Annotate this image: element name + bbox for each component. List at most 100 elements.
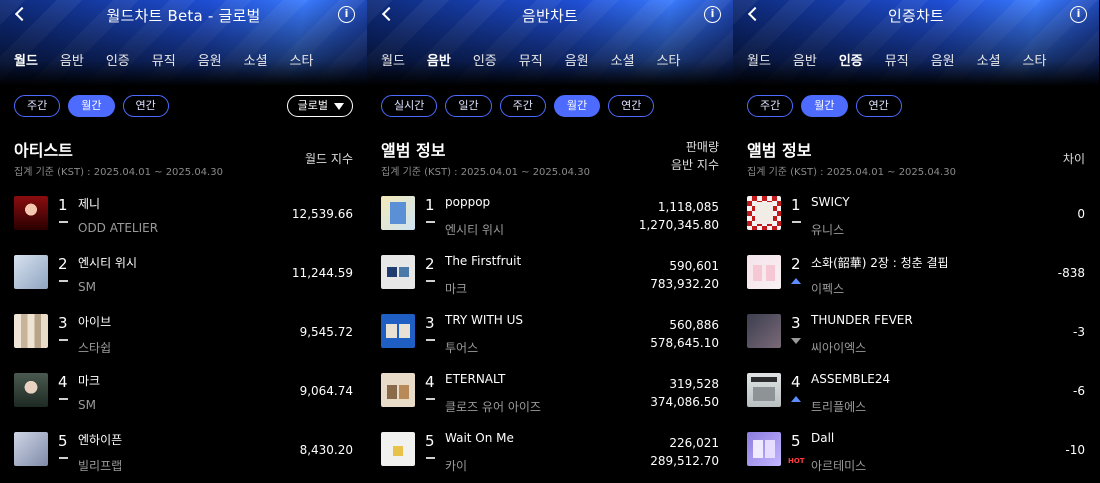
- album-name: THUNDER FEVER: [811, 313, 913, 327]
- no-change-icon: [59, 221, 68, 223]
- artist-name: 클로즈 유어 아이즈: [445, 400, 541, 414]
- chart-row[interactable]: 4 ETERNALT 클로즈 유어 아이즈 319,528 374,086.50: [367, 361, 733, 420]
- period-chips: 주간 월간 연간: [747, 95, 902, 117]
- chart-row[interactable]: 2 엔시티 위시 SM 11,244.59: [0, 243, 367, 302]
- chip-monthly[interactable]: 월간: [801, 95, 848, 117]
- tab-social[interactable]: 소셜: [244, 50, 268, 69]
- chart-row[interactable]: 3 THUNDER FEVER 씨아이엑스 -3: [733, 302, 1099, 361]
- album-name: ETERNALT: [445, 372, 506, 386]
- rank: 3: [791, 314, 801, 332]
- tab-certification[interactable]: 인증: [473, 50, 497, 69]
- chip-weekly[interactable]: 주간: [499, 95, 546, 117]
- firstfruit-thumb: [381, 255, 415, 289]
- tab-world[interactable]: 월드: [14, 50, 38, 69]
- chart-row[interactable]: 1 SWICY 유니스 0: [733, 184, 1099, 243]
- rank: 1: [791, 196, 801, 214]
- wait-on-me-thumb: [381, 432, 415, 466]
- info-icon[interactable]: i: [1070, 6, 1087, 23]
- back-arrow-icon[interactable]: [379, 4, 399, 24]
- chip-realtime[interactable]: 실시간: [381, 95, 438, 117]
- no-change-icon: [59, 457, 68, 459]
- rank: 5: [58, 432, 68, 450]
- tab-social[interactable]: 소셜: [611, 50, 635, 69]
- chart-row[interactable]: 3 TRY WITH US 투어스 560,886 578,645.10: [367, 302, 733, 361]
- tab-audio[interactable]: 음원: [931, 50, 955, 69]
- chart-row[interactable]: 4 ASSEMBLE24 트리플에스 -6: [733, 361, 1099, 420]
- tab-audio[interactable]: 음원: [198, 50, 222, 69]
- album-values: 590,601 783,932.20: [650, 257, 719, 293]
- rank: 3: [425, 314, 435, 332]
- tab-audio[interactable]: 음원: [565, 50, 589, 69]
- chart-row[interactable]: 2 소화(韶華) 2장 : 청춘 결핍 이펙스 -838: [733, 243, 1099, 302]
- chip-yearly[interactable]: 연간: [122, 95, 169, 117]
- tab-album[interactable]: 음반: [793, 50, 817, 69]
- try-with-us-thumb: [381, 314, 415, 348]
- no-change-icon: [59, 339, 68, 341]
- chip-daily[interactable]: 일간: [445, 95, 492, 117]
- chart-row[interactable]: 2 The Firstfruit 마크 590,601 783,932.20: [367, 243, 733, 302]
- swicy-thumb: [747, 196, 781, 230]
- chart-row[interactable]: 5 Wait On Me 카이 226,021 289,512.70: [367, 420, 733, 479]
- tab-certification[interactable]: 인증: [106, 50, 130, 69]
- chip-yearly[interactable]: 연간: [608, 95, 655, 117]
- chart-row[interactable]: 3 아이브 스타쉽 9,545.72: [0, 302, 367, 361]
- chip-weekly[interactable]: 주간: [747, 95, 794, 117]
- tab-star[interactable]: 스타: [1023, 50, 1047, 69]
- album-values: 226,021 289,512.70: [650, 434, 719, 470]
- chart-list: 1 SWICY 유니스 0 2 소화(韶華) 2장 : 청춘 결핍 이펙스 -8…: [733, 184, 1099, 479]
- tab-music[interactable]: 뮤직: [519, 50, 543, 69]
- chart-row[interactable]: 5 엔하이픈 빌리프랩 8,430.20: [0, 420, 367, 479]
- chip-weekly[interactable]: 주간: [14, 95, 61, 117]
- tab-world[interactable]: 월드: [747, 50, 771, 69]
- difference-value: -10: [1065, 443, 1085, 457]
- tab-certification[interactable]: 인증: [839, 50, 863, 69]
- world-index: 12,539.66: [291, 207, 353, 221]
- chart-row[interactable]: 1 제니 ODD ATELIER 12,539.66: [0, 184, 367, 243]
- agency-name: SM: [78, 398, 96, 412]
- page-title: 음반차트: [521, 6, 578, 25]
- album-name: ASSEMBLE24: [811, 372, 891, 386]
- difference-value: 0: [1077, 207, 1085, 221]
- rank: 1: [425, 196, 435, 214]
- chip-yearly[interactable]: 연간: [855, 95, 902, 117]
- back-arrow-icon[interactable]: [12, 4, 32, 24]
- info-icon[interactable]: i: [338, 6, 355, 23]
- caret-down-icon: [334, 102, 344, 110]
- tab-social[interactable]: 소셜: [977, 50, 1001, 69]
- tab-music[interactable]: 뮤직: [885, 50, 909, 69]
- rank: 2: [58, 255, 68, 273]
- album-name: Dall: [811, 431, 835, 445]
- chart-row[interactable]: 4 마크 SM 9,064.74: [0, 361, 367, 420]
- chip-monthly[interactable]: 월간: [68, 95, 115, 117]
- back-arrow-icon[interactable]: [745, 4, 765, 24]
- sales-value: 560,886: [669, 318, 719, 332]
- hot-badge: HOT: [788, 457, 805, 465]
- tab-album[interactable]: 음반: [427, 50, 451, 69]
- tab-star[interactable]: 스타: [290, 50, 314, 69]
- tab-album[interactable]: 음반: [60, 50, 84, 69]
- chip-monthly[interactable]: 월간: [553, 95, 601, 117]
- difference-value: -838: [1057, 266, 1085, 280]
- period-range: 집계 기준 (KST) : 2025.04.01 ~ 2025.04.30: [747, 167, 956, 178]
- sohwa-thumb: [747, 255, 781, 289]
- album-chart-panel: 음반차트 i 월드 음반 인증 뮤직 음원 소셜 스타 실시간 일간 주간 월간…: [367, 0, 733, 483]
- page-title: 월드차트 Beta - 글로벌: [106, 6, 261, 25]
- rank: 4: [425, 373, 435, 391]
- tab-music[interactable]: 뮤직: [152, 50, 176, 69]
- tab-world[interactable]: 월드: [381, 50, 405, 69]
- info-icon[interactable]: i: [704, 6, 721, 23]
- header: 월드차트 Beta - 글로벌 i: [0, 0, 367, 30]
- tab-star[interactable]: 스타: [657, 50, 681, 69]
- eternalt-thumb: [381, 373, 415, 407]
- no-change-icon: [426, 398, 435, 400]
- column-header: 차이: [1062, 152, 1085, 166]
- album-name: poppop: [445, 195, 491, 209]
- sales-value: 1,118,085: [657, 200, 719, 214]
- region-dropdown[interactable]: 글로벌: [286, 95, 353, 117]
- thunder-fever-thumb: [747, 314, 781, 348]
- rank: 4: [58, 373, 68, 391]
- no-change-icon: [59, 398, 68, 400]
- chart-row[interactable]: 1 poppop 엔시티 위시 1,118,085 1,270,345.80: [367, 184, 733, 243]
- difference-value: -6: [1073, 384, 1085, 398]
- chart-row[interactable]: 5 HOT Dall 아르테미스 -10: [733, 420, 1099, 479]
